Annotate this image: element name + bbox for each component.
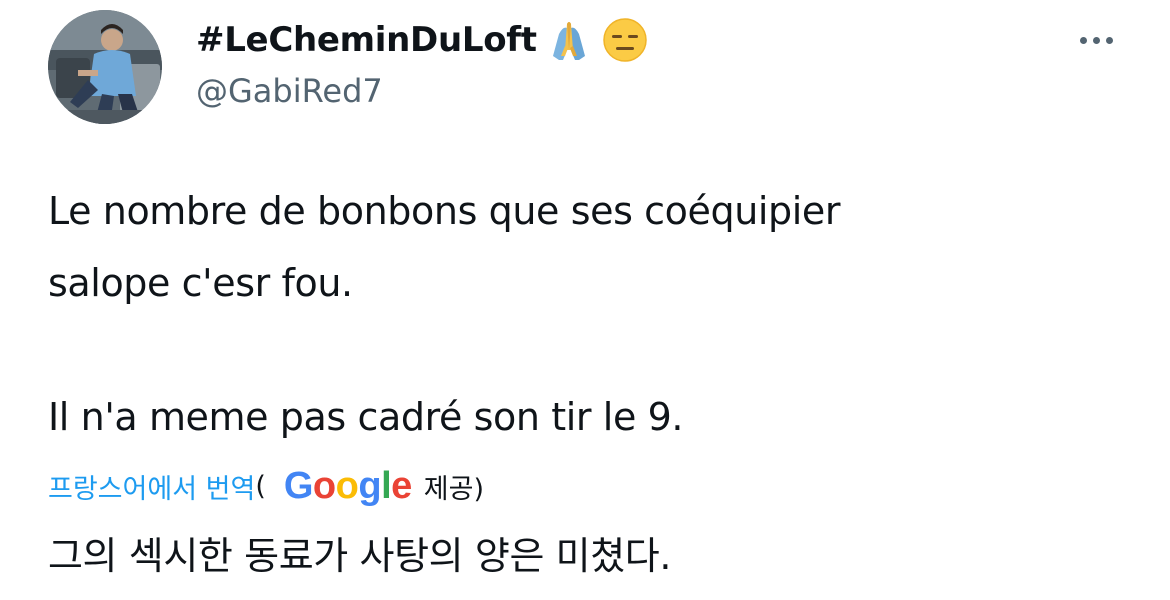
- more-horizontal-icon: [1079, 36, 1087, 44]
- open-paren: (: [255, 470, 266, 502]
- more-horizontal-icon-dot: [1105, 36, 1113, 44]
- google-logo-letter: g: [358, 464, 382, 507]
- display-name-row[interactable]: #LeCheminDuLoft: [196, 12, 649, 68]
- google-logo-letter: e: [391, 464, 412, 507]
- google-logo: G o o g l e: [284, 465, 412, 508]
- folded-hands-emoji: [545, 16, 593, 64]
- tweet-text-line: Le nombre de bonbons que ses coéquipier: [48, 189, 841, 233]
- google-logo-letter: o: [312, 464, 336, 507]
- translated-text: 그의 섹시한 동료가 사탕의 양은 미쳤다.: [48, 534, 672, 578]
- tweet: #LeCheminDuLoft @GabiRed7 Le nombre de b…: [0, 0, 1170, 600]
- user-handle[interactable]: @GabiRed7: [196, 72, 383, 110]
- avatar[interactable]: [48, 10, 162, 124]
- more-options-button[interactable]: [1068, 22, 1124, 58]
- display-name[interactable]: #LeCheminDuLoft: [196, 20, 537, 60]
- translation-attribution: 프랑스어에서 번역 ( G o o g l e 제공): [48, 458, 484, 514]
- tweet-text-line: Il n'a meme pas cadré son tir le 9.: [48, 395, 684, 439]
- tweet-text-line: salope c'esr fou.: [48, 261, 353, 305]
- google-logo-letter: G: [283, 464, 314, 507]
- expressionless-face-emoji: [601, 16, 649, 64]
- google-logo-letter: o: [335, 464, 359, 507]
- provided-by-suffix: 제공): [423, 473, 484, 505]
- google-logo-letter: l: [381, 464, 392, 507]
- more-horizontal-icon-dot: [1092, 36, 1100, 44]
- avatar-photo: [48, 10, 162, 124]
- translated-from-link[interactable]: 프랑스어에서 번역: [48, 467, 255, 506]
